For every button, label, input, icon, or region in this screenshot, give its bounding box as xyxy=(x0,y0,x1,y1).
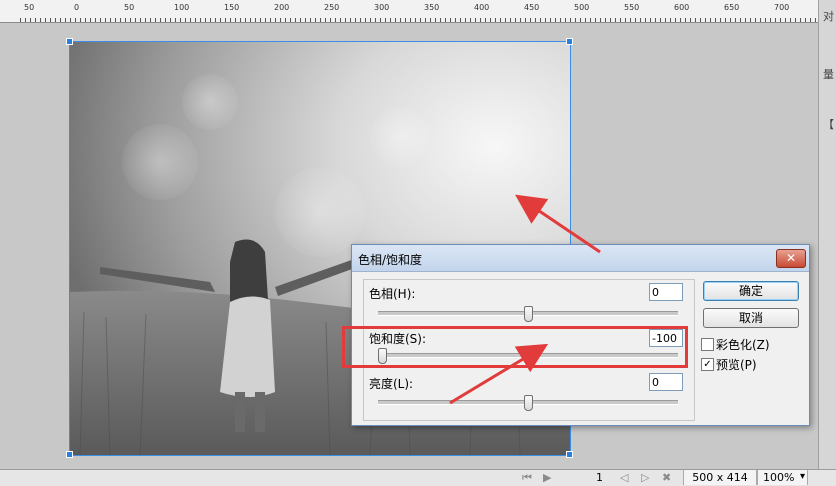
image-size: 500 x 414 xyxy=(683,470,757,485)
first-frame-icon[interactable]: ⏮ xyxy=(522,471,532,485)
next-frame-icon[interactable]: ▷ xyxy=(641,471,649,484)
chevron-down-icon[interactable]: ▾ xyxy=(800,471,805,482)
close-frame-icon[interactable]: ✖ xyxy=(662,471,671,484)
arrow-to-image xyxy=(515,194,601,254)
page-number: 1 xyxy=(596,471,603,484)
arrow-to-saturation xyxy=(449,343,549,405)
status-bar: ⏮ ▶ 1 ◁ ▷ ✖ 500 x 414 100% ▾ xyxy=(0,469,836,486)
prev-frame-icon[interactable]: ◁ xyxy=(620,471,628,484)
play-icon[interactable]: ▶ xyxy=(543,471,551,484)
annotation-arrows xyxy=(449,194,601,405)
